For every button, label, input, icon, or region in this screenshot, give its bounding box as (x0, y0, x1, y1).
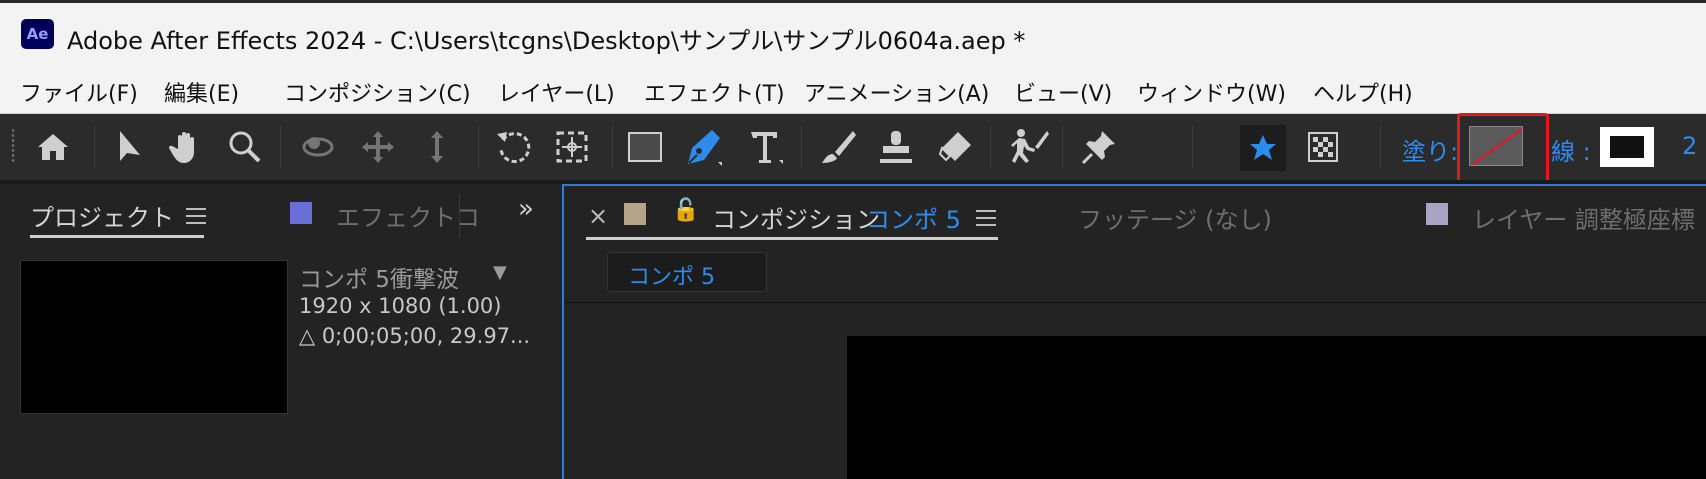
menu-layer[interactable]: レイヤー(L) (498, 76, 615, 108)
project-item-duration: △ 0;00;05;00, 29.97... (299, 324, 531, 348)
layer-tab[interactable]: レイヤー 調整極座標 (1472, 200, 1695, 235)
pan-camera-icon[interactable] (355, 124, 401, 170)
toolbar-separator (94, 126, 95, 168)
snapping-star-button[interactable] (1240, 125, 1286, 171)
composition-viewer-canvas[interactable] (847, 336, 1706, 479)
composition-thumbnail (20, 260, 288, 414)
after-effects-logo-icon: Ae (21, 19, 54, 49)
footage-tab[interactable]: フッテージ (なし) (1078, 200, 1272, 235)
project-item-resolution: 1920 x 1080 (1.00) (299, 294, 502, 318)
selection-tool-icon[interactable] (106, 124, 152, 170)
hand-tool-icon[interactable] (163, 124, 209, 170)
rotate-tool-icon[interactable] (491, 124, 537, 170)
project-tab[interactable]: プロジェクト (30, 198, 174, 233)
menu-window[interactable]: ウィンドウ(W) (1137, 76, 1286, 108)
stroke-color-swatch[interactable] (1600, 127, 1654, 167)
fill-swatch-highlight (1457, 113, 1549, 186)
snapping-grid-icon[interactable] (1300, 124, 1346, 170)
viewer-divider (564, 302, 1706, 303)
toolbar-grip[interactable] (11, 128, 15, 164)
project-tab-underline (30, 235, 204, 238)
dolly-camera-icon[interactable] (414, 124, 460, 170)
menu-help[interactable]: ヘルプ(H) (1313, 76, 1413, 108)
menu-edit[interactable]: 編集(E) (164, 76, 239, 108)
composition-color-chip (624, 203, 646, 225)
puppet-pin-tool-icon[interactable] (1076, 124, 1122, 170)
panel-overflow-icon[interactable]: » (518, 194, 534, 224)
toolbar-separator (1380, 126, 1381, 168)
clone-stamp-tool-icon[interactable] (873, 124, 919, 170)
toolbar-separator (990, 126, 991, 168)
composition-tab-underline (586, 237, 998, 240)
lock-icon[interactable]: 🔓 (672, 198, 699, 223)
composition-tab-name[interactable]: コンポ 5 (866, 200, 961, 235)
effects-tab-color-chip (290, 202, 312, 224)
pen-tool-icon[interactable] (680, 124, 726, 170)
stroke-width-value[interactable]: 2 (1682, 132, 1697, 160)
toolbar-separator (612, 126, 613, 168)
menu-file[interactable]: ファイル(F) (20, 76, 138, 108)
title-bar: Ae Adobe After Effects 2024 - C:\Users\t… (0, 0, 1706, 66)
menu-view[interactable]: ビュー(V) (1014, 76, 1112, 108)
orbit-camera-icon[interactable] (295, 124, 341, 170)
brush-tool-icon[interactable] (815, 124, 861, 170)
composition-subtab[interactable]: コンポ 5 (607, 252, 767, 292)
roto-brush-tool-icon[interactable] (1006, 124, 1052, 170)
project-item-name: コンポ 5衝撃波 (299, 267, 459, 293)
menu-bar: ファイル(F) 編集(E) コンポジション(C) レイヤー(L) エフェクト(T… (0, 66, 1706, 114)
fill-label: 塗り: (1402, 138, 1459, 166)
layer-tab-color-chip (1426, 203, 1448, 225)
menu-effect[interactable]: エフェクト(T) (644, 76, 785, 108)
close-tab-icon[interactable]: × (588, 202, 608, 230)
project-panel-menu-icon[interactable] (186, 208, 206, 224)
project-item-dropdown-icon[interactable]: ▼ (493, 262, 507, 283)
type-tool-icon[interactable] (743, 124, 789, 170)
stroke-label: 線 : (1551, 138, 1591, 166)
anchor-point-tool-icon[interactable] (549, 124, 595, 170)
eraser-tool-icon[interactable] (932, 124, 978, 170)
toolbar-separator (1062, 126, 1063, 168)
composition-panel-menu-icon[interactable] (976, 210, 996, 226)
tab-separator (459, 194, 460, 238)
toolbar-separator (801, 126, 802, 168)
menu-animation[interactable]: アニメーション(A) (804, 76, 989, 108)
rectangle-tool-icon[interactable] (622, 124, 668, 170)
menu-composition[interactable]: コンポジション(C) (284, 76, 471, 108)
tools-toolbar: 塗り: 線 : 2 (0, 114, 1706, 294)
zoom-tool-icon[interactable] (222, 124, 268, 170)
composition-tab-prefix[interactable]: コンポジション (712, 200, 880, 235)
window-title: Adobe After Effects 2024 - C:\Users\tcgn… (67, 27, 1026, 55)
toolbar-separator (280, 126, 281, 168)
toolbar-separator (1192, 126, 1193, 168)
home-icon[interactable] (30, 124, 76, 170)
toolbar-separator (478, 126, 479, 168)
